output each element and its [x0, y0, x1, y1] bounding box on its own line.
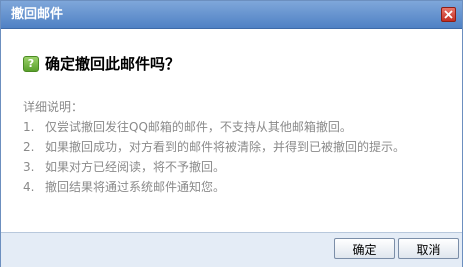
- recall-mail-dialog: 撤回邮件 ? 确定撤回此邮件吗？ 详细说明： 1. 仅尝试撤回发往QQ邮箱的邮件，…: [0, 0, 463, 267]
- question-icon: ?: [23, 56, 39, 72]
- detail-item-text: 如果撤回成功，对方看到的邮件将被清除，并得到已被撤回的提示。: [45, 140, 406, 154]
- detail-item-text: 如果对方已经阅读，将不予撤回。: [45, 160, 226, 174]
- detail-item: 4. 撤回结果将通过系统邮件通知您。: [23, 177, 405, 197]
- details-section: 详细说明： 1. 仅尝试撤回发往QQ邮箱的邮件，不支持从其他邮箱撤回。 2. 如果撤…: [23, 97, 405, 197]
- dialog-titlebar[interactable]: 撤回邮件: [1, 1, 462, 29]
- detail-item-number: 2.: [23, 140, 35, 154]
- detail-item: 3. 如果对方已经阅读，将不予撤回。: [23, 157, 405, 177]
- close-icon: [444, 10, 453, 19]
- detail-item-text: 仅尝试撤回发往QQ邮箱的邮件，不支持从其他邮箱撤回。: [45, 120, 352, 134]
- details-header: 详细说明：: [23, 100, 84, 114]
- detail-item-text: 撤回结果将通过系统邮件通知您。: [45, 180, 226, 194]
- dialog-footer: 确定 取消: [1, 232, 462, 267]
- detail-item-number: 3.: [23, 160, 35, 174]
- question-text: 确定撤回此邮件吗？: [45, 55, 181, 73]
- detail-item-number: 1.: [23, 120, 35, 134]
- ok-button[interactable]: 确定: [334, 238, 395, 259]
- detail-item-number: 4.: [23, 180, 35, 194]
- detail-item: 1. 仅尝试撤回发往QQ邮箱的邮件，不支持从其他邮箱撤回。: [23, 117, 405, 137]
- cancel-button[interactable]: 取消: [398, 238, 459, 259]
- dialog-title: 撤回邮件: [11, 7, 64, 22]
- detail-item: 2. 如果撤回成功，对方看到的邮件将被清除，并得到已被撤回的提示。: [23, 137, 405, 157]
- close-button[interactable]: [441, 7, 456, 22]
